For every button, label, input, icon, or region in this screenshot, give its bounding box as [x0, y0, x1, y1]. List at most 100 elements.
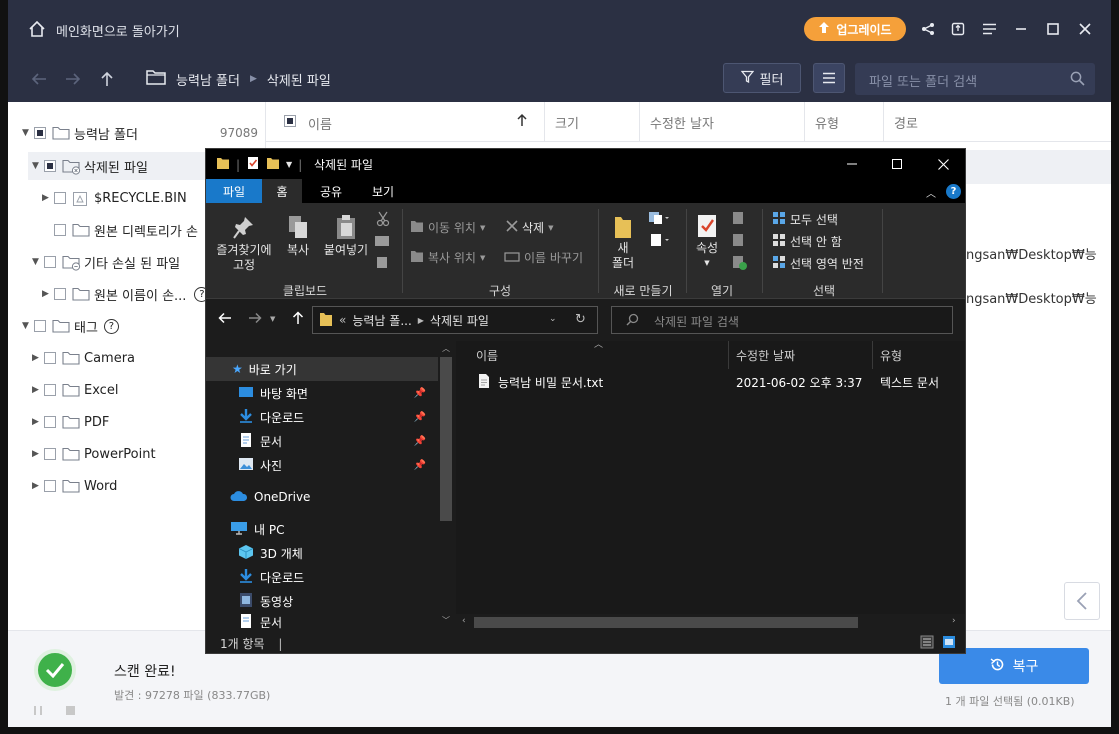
new-folder-button[interactable]: 새 폴더	[606, 211, 640, 271]
help-icon[interactable]: ?	[103, 318, 119, 334]
search-input[interactable]: 파일 또는 폴더 검색	[855, 63, 1095, 95]
new-item-icon[interactable]	[648, 211, 670, 228]
nav-desktop[interactable]: 바탕 화면 📌	[206, 381, 438, 405]
help-icon[interactable]: ?	[946, 184, 961, 199]
address-dropdown-icon[interactable]: ⌄	[549, 314, 557, 324]
rename-button[interactable]: 이름 바꾸기	[504, 249, 583, 266]
scroll-down-icon[interactable]: ﹀	[442, 615, 450, 626]
details-view-icon[interactable]	[920, 635, 934, 652]
hamburger-menu-icon[interactable]	[978, 18, 1000, 40]
close-icon[interactable]	[934, 155, 952, 173]
expand-right-icon[interactable]: ▶	[42, 193, 54, 203]
column-header-type[interactable]: 유형	[880, 341, 902, 369]
checkbox[interactable]	[54, 224, 66, 236]
pin-icon[interactable]: 📌	[414, 412, 426, 423]
breadcrumb-item-root[interactable]: 능력남 폴더	[176, 70, 240, 89]
scrollbar-thumb[interactable]	[440, 357, 452, 521]
tab-home[interactable]: 홈	[262, 179, 302, 203]
nav-videos[interactable]: 동영상	[206, 589, 438, 613]
column-header-path[interactable]: 경로	[883, 102, 918, 142]
up-arrow-icon[interactable]	[292, 311, 304, 328]
checkbox[interactable]	[54, 288, 66, 300]
expand-down-icon[interactable]: ▼	[32, 161, 44, 171]
column-divider[interactable]	[872, 341, 873, 369]
share-icon[interactable]	[917, 18, 939, 40]
file-row[interactable]: 능력남 비밀 문서.txt 2021-06-02 오후 3:37 텍스트 문서	[460, 371, 960, 393]
properties-icon[interactable]	[246, 156, 260, 173]
checkbox[interactable]	[44, 160, 56, 172]
forward-arrow-icon[interactable]	[62, 68, 84, 90]
select-all-button[interactable]: 모두 선택	[772, 211, 838, 228]
copy-to-button[interactable]: 복사 위치 ▼	[410, 249, 485, 266]
scroll-right-icon[interactable]: ›	[952, 616, 956, 626]
easy-access-icon[interactable]	[648, 233, 670, 250]
column-header-size[interactable]: 크기	[544, 102, 579, 142]
breadcrumb-item-current[interactable]: 삭제된 파일	[267, 70, 331, 89]
up-arrow-icon[interactable]	[96, 68, 118, 90]
delete-button[interactable]: 삭제 ▼	[506, 219, 553, 236]
expand-right-icon[interactable]: ▶	[32, 385, 44, 395]
column-header-type[interactable]: 유형	[804, 102, 839, 142]
column-header-modified[interactable]: 수정한 날자	[639, 102, 714, 142]
tree-item-root-folder[interactable]: ▼ 능력남 폴더 97089	[22, 119, 258, 147]
tab-view[interactable]: 보기	[368, 179, 398, 203]
back-arrow-icon[interactable]	[28, 68, 50, 90]
checkbox[interactable]	[44, 416, 56, 428]
pin-icon[interactable]: 📌	[414, 460, 426, 471]
scroll-up-icon[interactable]: ︿	[442, 343, 450, 354]
new-folder-icon[interactable]	[266, 156, 280, 173]
nav-downloads[interactable]: 다운로드 📌	[206, 405, 438, 429]
column-divider[interactable]	[728, 341, 729, 369]
explorer-search-input[interactable]: 삭제된 파일 검색	[611, 306, 953, 334]
maximize-icon[interactable]	[888, 155, 906, 173]
stop-icon[interactable]	[66, 706, 75, 715]
address-segment-parent[interactable]: 능력남 폴...	[352, 312, 411, 329]
expand-right-icon[interactable]: ▶	[42, 289, 54, 299]
nav-quick-access[interactable]: ★ 바로 가기	[206, 357, 438, 381]
nav-3d-objects[interactable]: 3D 개체	[206, 541, 438, 565]
move-to-button[interactable]: 이동 위치 ▼	[410, 219, 485, 236]
expand-down-icon[interactable]: ▼	[22, 321, 34, 331]
paste-button[interactable]: 붙여넣기	[318, 211, 374, 258]
checkbox[interactable]	[44, 384, 56, 396]
pin-icon[interactable]: 📌	[414, 388, 426, 399]
column-header-date[interactable]: 수정한 날짜	[736, 341, 795, 369]
nav-documents[interactable]: 문서 📌	[206, 429, 438, 453]
forward-arrow-icon[interactable]	[248, 312, 262, 327]
expand-right-icon[interactable]: ▶	[32, 481, 44, 491]
cut-icon[interactable]	[376, 211, 390, 230]
maximize-icon[interactable]	[1042, 18, 1064, 40]
feedback-icon[interactable]	[947, 18, 969, 40]
address-input[interactable]: « 능력남 폴... ▶ 삭제된 파일 ⌄ ↻	[312, 306, 598, 334]
minimize-icon[interactable]	[1010, 18, 1032, 40]
paste-shortcut-icon[interactable]	[376, 255, 388, 272]
checkbox[interactable]	[54, 192, 66, 204]
checkbox[interactable]	[34, 320, 46, 332]
checkbox[interactable]	[44, 256, 56, 268]
select-all-checkbox[interactable]	[284, 115, 296, 127]
column-header-name[interactable]: 이름	[476, 341, 498, 369]
open-icon[interactable]	[732, 211, 746, 228]
checkbox[interactable]	[34, 127, 46, 139]
search-icon[interactable]	[1070, 71, 1085, 90]
collapse-panel-button[interactable]	[1064, 582, 1100, 620]
column-header-name[interactable]: 이름	[308, 114, 332, 133]
expand-down-icon[interactable]: ▼	[22, 128, 34, 138]
checkbox[interactable]	[44, 480, 56, 492]
pause-icon[interactable]	[34, 706, 42, 715]
content-horizontal-scrollbar[interactable]: ‹ ›	[456, 614, 965, 631]
nav-this-pc[interactable]: 내 PC	[206, 517, 438, 541]
close-icon[interactable]	[1074, 18, 1096, 40]
large-icons-view-icon[interactable]	[942, 635, 956, 652]
filter-button[interactable]: 필터	[723, 63, 801, 93]
list-view-button[interactable]	[813, 63, 845, 93]
expand-right-icon[interactable]: ▶	[32, 353, 44, 363]
scrollbar-thumb[interactable]	[474, 617, 858, 628]
tab-file[interactable]: 파일	[206, 179, 262, 203]
nav-downloads-pc[interactable]: 다운로드	[206, 565, 438, 589]
history-icon[interactable]	[732, 255, 748, 274]
copy-button[interactable]: 복사	[282, 211, 314, 258]
copy-path-icon[interactable]	[374, 235, 390, 250]
collapse-ribbon-icon[interactable]: ︿	[926, 185, 936, 200]
properties-button[interactable]: 속성 ▼	[690, 211, 724, 271]
